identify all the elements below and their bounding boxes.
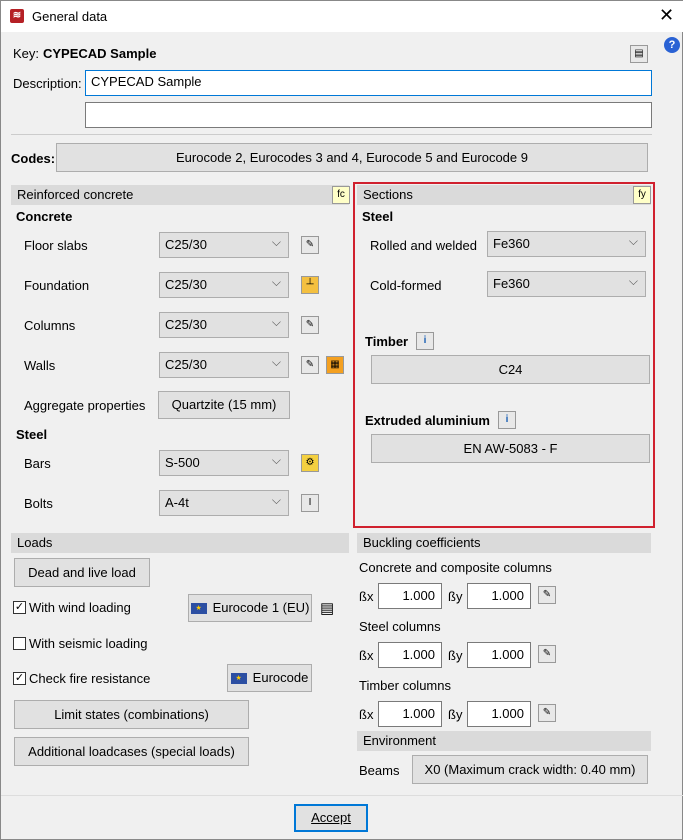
bars-settings-icon[interactable]: ⚙ <box>301 454 319 472</box>
edit-wall-icon[interactable]: ✎ <box>301 356 319 374</box>
foundation-select[interactable]: C25/30 <box>159 272 289 298</box>
aluminium-heading: Extruded aluminium <box>365 413 490 428</box>
steel-columns-label: Steel columns <box>359 619 441 634</box>
steel-heading: Steel <box>16 427 48 442</box>
cold-formed-select[interactable]: Fe360 <box>487 271 646 297</box>
edit-buckling-icon[interactable]: ✎ <box>538 645 556 663</box>
eu-flag-icon: ★ <box>230 673 247 685</box>
seismic-label: With seismic loading <box>29 636 148 651</box>
timber-heading: Timber <box>365 334 409 349</box>
bolts-label: Bolts <box>24 496 53 511</box>
columns-select[interactable]: C25/30 <box>159 312 289 338</box>
foundation-icon[interactable]: ┴ <box>301 276 319 294</box>
timber-bx-input[interactable]: 1.000 <box>378 701 442 727</box>
bolts-edit-icon[interactable]: I <box>301 494 319 512</box>
rc-header: Reinforced concrete <box>11 185 349 205</box>
concrete-heading: Concrete <box>16 209 73 224</box>
buckling-header: Buckling coefficients <box>357 533 651 553</box>
cold-formed-label: Cold-formed <box>370 278 442 293</box>
beams-label: Beams <box>359 763 400 778</box>
bx-label: ßx <box>359 589 374 604</box>
dead-live-load-button[interactable]: Dead and live load <box>14 558 150 587</box>
eu-flag-icon: ★ <box>190 603 207 615</box>
timber-columns-label: Timber columns <box>359 678 451 693</box>
brick-wall-icon[interactable]: ▦ <box>326 356 344 374</box>
description-input[interactable]: CYPECAD Sample <box>85 70 652 96</box>
edit-slab-icon[interactable]: ✎ <box>301 236 319 254</box>
app-icon: ≋ <box>10 9 24 23</box>
rolled-select[interactable]: Fe360 <box>487 231 646 257</box>
fire-label: Check fire resistance <box>29 671 151 686</box>
aluminium-info-icon[interactable]: i <box>498 411 516 429</box>
key-value: CYPECAD Sample <box>43 46 157 61</box>
sections-header: Sections <box>357 185 651 205</box>
accept-button[interactable]: Accept <box>294 804 368 832</box>
help-icon[interactable]: ? <box>664 37 680 53</box>
seismic-checkbox[interactable] <box>13 637 26 650</box>
limit-states-button[interactable]: Limit states (combinations) <box>14 700 249 729</box>
codes-button[interactable]: Eurocode 2, Eurocodes 3 and 4, Eurocode … <box>56 143 648 172</box>
by-label: ßy <box>448 707 463 722</box>
edit-column-icon[interactable]: ✎ <box>301 316 319 334</box>
fire-code-button[interactable]: ★ Eurocode <box>227 664 312 692</box>
bx-label: ßx <box>359 707 374 722</box>
concrete-columns-label: Concrete and composite columns <box>359 560 552 575</box>
by-label: ßy <box>448 648 463 663</box>
environment-header: Environment <box>357 731 651 751</box>
fy-icon[interactable]: fy <box>633 186 651 204</box>
bx-label: ßx <box>359 648 374 663</box>
aluminium-button[interactable]: EN AW-5083 - F <box>371 434 650 463</box>
walls-select[interactable]: C25/30 <box>159 352 289 378</box>
key-label: Key: <box>13 46 40 61</box>
additional-loadcases-button[interactable]: Additional loadcases (special loads) <box>14 737 249 766</box>
list-icon[interactable]: ▤ <box>320 599 334 617</box>
timber-button[interactable]: C24 <box>371 355 650 384</box>
fire-code-label: Eurocode <box>252 670 309 685</box>
edit-buckling-icon[interactable]: ✎ <box>538 586 556 604</box>
edit-buckling-icon[interactable]: ✎ <box>538 704 556 722</box>
foundation-label: Foundation <box>24 278 90 293</box>
bolts-select[interactable]: A-4t <box>159 490 289 516</box>
clipboard-edit-icon[interactable]: ▤ <box>630 45 648 63</box>
beams-environment-button[interactable]: X0 (Maximum crack width: 0.40 mm) <box>412 755 648 784</box>
concrete-by-input[interactable]: 1.000 <box>467 583 531 609</box>
wind-code-button[interactable]: ★ Eurocode 1 (EU) <box>188 594 312 622</box>
description-input-2[interactable] <box>85 102 652 128</box>
sections-steel-heading: Steel <box>362 209 394 224</box>
loads-header: Loads <box>11 533 349 553</box>
columns-label: Columns <box>24 318 76 333</box>
footer-divider <box>1 795 683 796</box>
bars-label: Bars <box>24 456 51 471</box>
by-label: ßy <box>448 589 463 604</box>
wind-label: With wind loading <box>29 600 131 615</box>
description-label: Description: <box>13 76 82 91</box>
timber-by-input[interactable]: 1.000 <box>467 701 531 727</box>
close-icon[interactable]: ✕ <box>659 5 674 26</box>
steel-by-input[interactable]: 1.000 <box>467 642 531 668</box>
window-title: General data <box>32 9 108 24</box>
floor-slabs-label: Floor slabs <box>24 238 88 253</box>
fc-icon[interactable]: fc <box>332 186 350 204</box>
aggregate-button[interactable]: Quartzite (15 mm) <box>158 391 290 419</box>
wind-code-label: Eurocode 1 (EU) <box>212 600 310 615</box>
floor-slabs-select[interactable]: C25/30 <box>159 232 289 258</box>
concrete-bx-input[interactable]: 1.000 <box>378 583 442 609</box>
wind-checkbox[interactable]: ✓ <box>13 601 26 614</box>
timber-info-icon[interactable]: i <box>416 332 434 350</box>
fire-checkbox[interactable]: ✓ <box>13 672 26 685</box>
steel-bx-input[interactable]: 1.000 <box>378 642 442 668</box>
rolled-label: Rolled and welded <box>370 238 477 253</box>
bars-select[interactable]: S-500 <box>159 450 289 476</box>
divider <box>11 134 652 135</box>
walls-label: Walls <box>24 358 56 373</box>
aggregate-label: Aggregate properties <box>24 398 146 413</box>
codes-label: Codes: <box>11 151 56 166</box>
